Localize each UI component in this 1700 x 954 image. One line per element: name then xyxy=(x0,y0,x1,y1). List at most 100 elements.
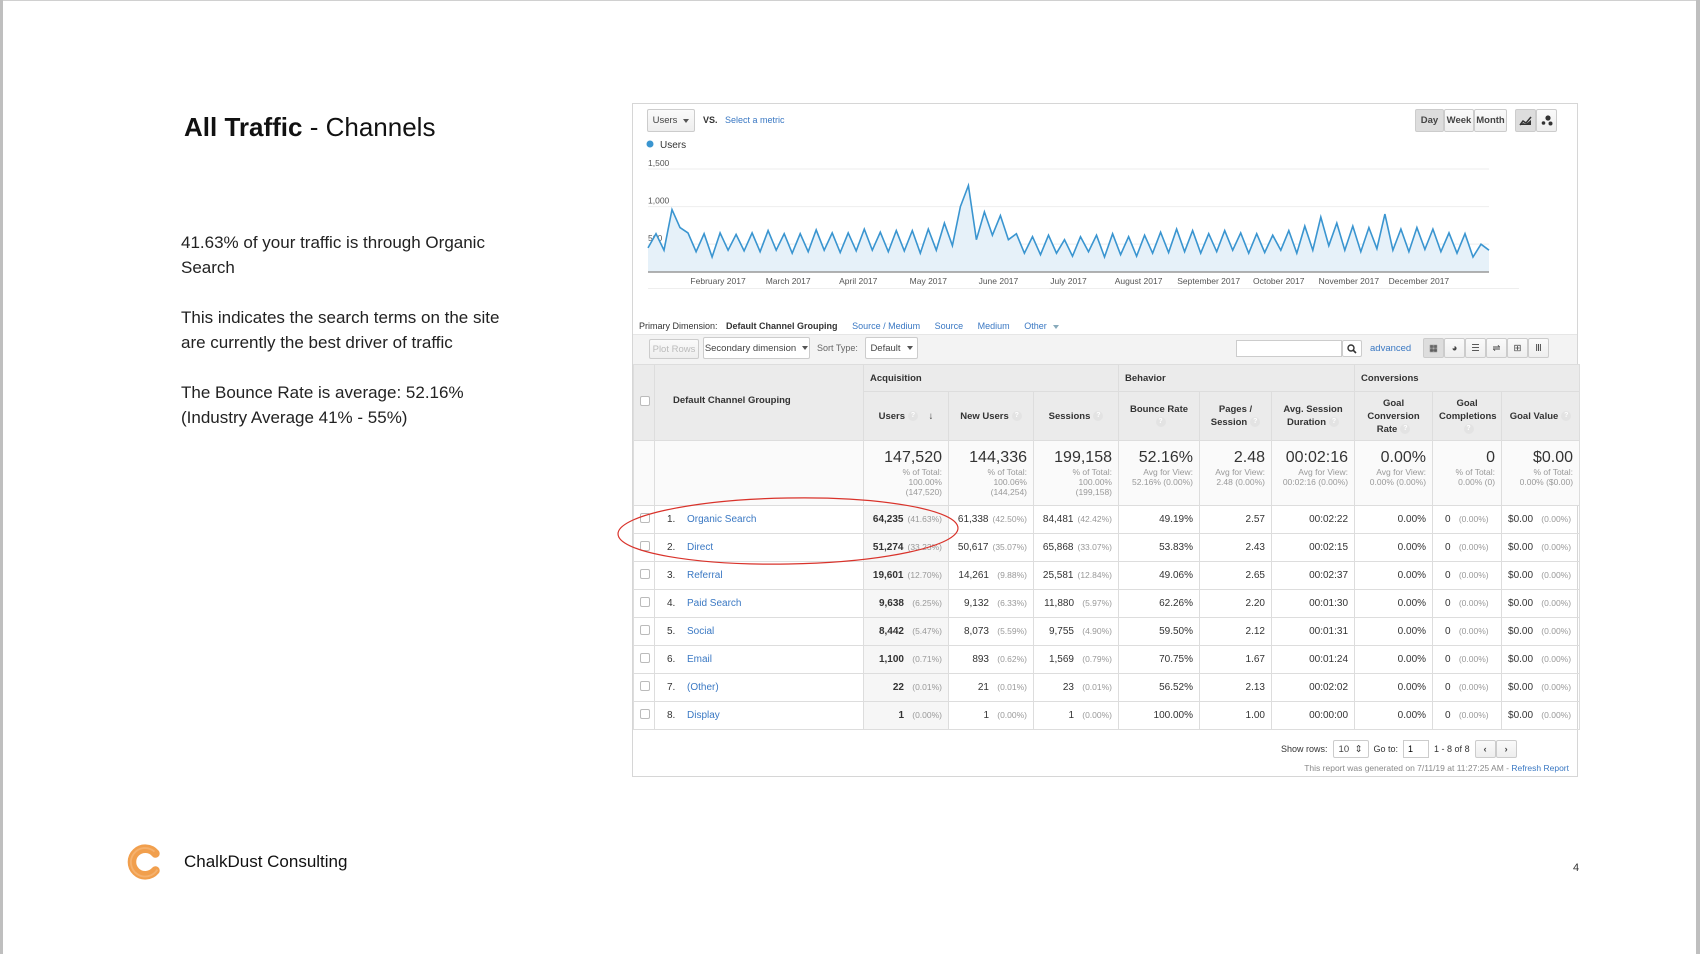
channel-link[interactable]: (Other) xyxy=(687,682,719,693)
dimension-medium-link[interactable]: Medium xyxy=(978,321,1010,331)
total-value: 00:02:16 xyxy=(1285,449,1349,466)
pages-per-session-cell: 2.20 xyxy=(1199,589,1272,618)
select-metric-link[interactable]: Select a metric xyxy=(725,115,785,125)
channel-link[interactable]: Email xyxy=(687,654,712,665)
select-all-checkbox[interactable] xyxy=(640,396,650,406)
goal-value-pct: (0.00%) xyxy=(1541,626,1572,636)
column-header[interactable]: Pages / Session? xyxy=(1199,391,1272,441)
sort-descending-icon[interactable]: ↓ xyxy=(926,411,934,422)
term-cloud-icon[interactable]: Ⅲ xyxy=(1528,338,1549,358)
users-value: 1,100 xyxy=(878,654,904,665)
row-checkbox[interactable] xyxy=(640,569,650,579)
goto-input[interactable] xyxy=(1403,740,1430,758)
total-value: 0.00% xyxy=(1380,449,1427,466)
sessions-pct: (0.79%) xyxy=(1082,654,1112,664)
goal-completions-value: 0 xyxy=(1445,654,1451,665)
compare-icon[interactable]: ⇌ xyxy=(1486,338,1507,358)
column-header[interactable]: New Users? xyxy=(948,391,1034,441)
channel-link[interactable]: Referral xyxy=(687,570,723,581)
row-checkbox[interactable] xyxy=(640,597,650,607)
column-header-label: Sessions xyxy=(1048,410,1091,422)
grid-icon[interactable]: ▦ xyxy=(1423,338,1444,358)
goal-completions-pct: (0.00%) xyxy=(1458,710,1489,720)
new-users-pct: (6.33%) xyxy=(997,598,1027,608)
avg-session-duration-cell: 00:02:37 xyxy=(1270,561,1356,590)
dimension-header[interactable]: Default Channel Grouping xyxy=(654,364,864,441)
sort-type-dropdown[interactable]: Default xyxy=(865,337,918,359)
channel-link[interactable]: Display xyxy=(687,710,720,721)
bar-icon[interactable]: ☰ xyxy=(1465,338,1486,358)
primary-dimension-active[interactable]: Default Channel Grouping xyxy=(726,321,838,331)
help-icon[interactable]: ? xyxy=(1011,410,1022,421)
column-header[interactable]: Bounce Rate? xyxy=(1118,391,1200,441)
paragraph: The Bounce Rate is average: 52.16% (Indu… xyxy=(181,383,464,427)
help-icon[interactable]: ? xyxy=(1155,417,1166,428)
chevron-down-icon xyxy=(1052,325,1059,329)
channel-link[interactable]: Paid Search xyxy=(687,598,741,609)
goal-completions-cell: 0 (0.00%) xyxy=(1432,533,1503,562)
help-icon[interactable]: ? xyxy=(1463,423,1474,434)
dimension-source-link[interactable]: Source xyxy=(935,321,964,331)
prev-page-button[interactable]: ‹ xyxy=(1474,740,1496,758)
column-header[interactable]: Goal Completions? xyxy=(1432,391,1503,441)
sessions-cell: 9,755 (4.90%) xyxy=(1033,617,1119,646)
refresh-report-link[interactable]: Refresh Report xyxy=(1511,763,1569,773)
series-area xyxy=(648,185,1489,272)
next-page-button[interactable]: › xyxy=(1495,740,1517,758)
dimension-other-link[interactable]: Other xyxy=(1024,321,1047,331)
users-value: 22 xyxy=(892,682,904,693)
pages-per-session-cell: 2.12 xyxy=(1199,617,1272,646)
search-icon[interactable] xyxy=(1342,340,1362,357)
show-rows-value: 10 xyxy=(1338,743,1350,755)
goal-completions-value: 0 xyxy=(1445,626,1451,637)
line-chart-icon[interactable] xyxy=(1515,109,1536,132)
vs-label: VS. xyxy=(703,115,718,125)
dimension-source-medium-link[interactable]: Source / Medium xyxy=(852,321,920,331)
help-icon[interactable]: ? xyxy=(908,410,919,421)
pivot-icon[interactable]: ⊞ xyxy=(1507,338,1528,358)
legend-label: Users xyxy=(660,140,686,151)
pie-icon[interactable]: ◕ xyxy=(1444,338,1465,358)
goal-value-pct: (0.00%) xyxy=(1541,682,1572,692)
goal-value-pct: (0.00%) xyxy=(1541,598,1572,608)
row-checkbox[interactable] xyxy=(640,653,650,663)
new-users-pct: (0.00%) xyxy=(997,710,1027,720)
avg-session-duration-cell: 00:02:15 xyxy=(1270,533,1356,562)
users-pct: (6.25%) xyxy=(912,598,942,608)
column-header[interactable]: Sessions? xyxy=(1033,391,1119,441)
plot-rows-button[interactable]: Plot Rows xyxy=(649,339,699,359)
dimension-cell: 7. (Other) xyxy=(654,673,864,702)
period-month-button[interactable]: Month xyxy=(1474,109,1507,132)
total-l2: 100.00% xyxy=(908,477,942,487)
goal-value-value: $0.00 xyxy=(1508,710,1534,721)
goal-value-cell: $0.00 (0.00%) xyxy=(1501,673,1581,702)
range-label: 1 - 8 of 8 xyxy=(1434,744,1470,754)
column-header[interactable]: Goal Value? xyxy=(1501,391,1581,441)
row-checkbox[interactable] xyxy=(640,625,650,635)
column-header[interactable]: Goal Conversion Rate? xyxy=(1354,391,1434,441)
help-icon[interactable]: ? xyxy=(1093,410,1104,421)
help-icon[interactable]: ? xyxy=(1561,410,1572,421)
row-checkbox[interactable] xyxy=(640,709,650,719)
column-header[interactable]: Users? ↓ xyxy=(863,391,949,441)
channel-link[interactable]: Social xyxy=(687,626,714,637)
secondary-dimension-dropdown[interactable]: Secondary dimension xyxy=(703,337,810,359)
column-header[interactable]: Avg. Session Duration? xyxy=(1270,391,1356,441)
row-checkbox[interactable] xyxy=(640,681,650,691)
sessions-cell: 1,569 (0.79%) xyxy=(1033,645,1119,674)
help-icon[interactable]: ? xyxy=(1329,417,1340,428)
paragraph: 41.63% of your traffic is through Organi… xyxy=(181,233,485,277)
table-search-input[interactable] xyxy=(1236,340,1342,357)
advanced-filter-link[interactable]: advanced xyxy=(1370,343,1411,354)
help-icon[interactable]: ? xyxy=(1250,417,1261,428)
goal-value-value: $0.00 xyxy=(1508,514,1534,525)
goal-value-cell: $0.00 (0.00%) xyxy=(1501,589,1581,618)
motion-chart-icon[interactable] xyxy=(1536,109,1557,132)
help-icon[interactable]: ? xyxy=(1400,423,1411,434)
period-week-button[interactable]: Week xyxy=(1444,109,1474,132)
pages-per-session-cell: 2.13 xyxy=(1199,673,1272,702)
metric-dropdown[interactable]: Users xyxy=(647,109,695,132)
total-l1: % of Total: xyxy=(1533,467,1574,477)
period-day-button[interactable]: Day xyxy=(1415,109,1444,132)
show-rows-select[interactable]: 10 ⇕ xyxy=(1332,740,1369,758)
